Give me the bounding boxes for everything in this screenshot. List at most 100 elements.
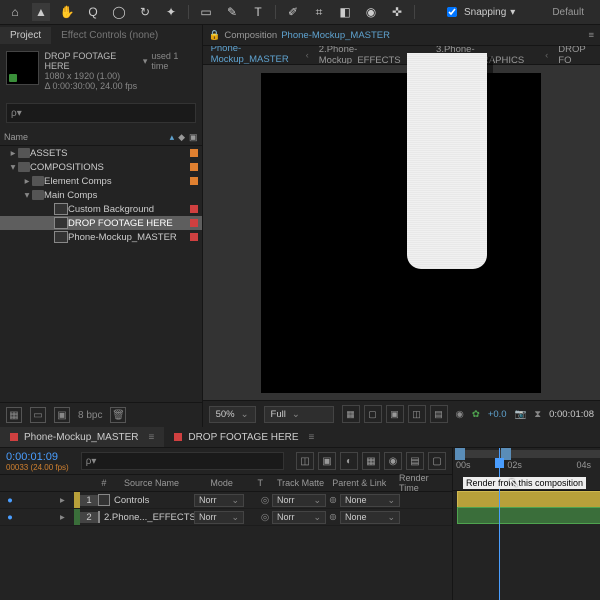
pen-tool-icon[interactable]: ✎: [223, 3, 241, 21]
preview-time-icon[interactable]: ⧗: [534, 409, 541, 420]
hand-tool-icon[interactable]: ✋: [58, 3, 76, 21]
eye-icon[interactable]: ●: [0, 495, 20, 506]
new-comp-icon[interactable]: ▣: [54, 407, 70, 423]
parent-dropdown[interactable]: None: [340, 494, 400, 507]
brush-tool-icon[interactable]: ✐: [284, 3, 302, 21]
playhead[interactable]: [499, 448, 500, 600]
tree-item[interactable]: ▸ASSETS: [0, 146, 202, 160]
comp-lock-icon[interactable]: 🔒: [209, 30, 221, 41]
graph-editor-icon[interactable]: ▤: [406, 452, 424, 470]
col-source-name[interactable]: Source Name: [120, 478, 206, 488]
render-queue-icon[interactable]: ▢: [428, 452, 446, 470]
project-panel: Project Effect Controls (none) DROP FOOT…: [0, 25, 203, 427]
region-icon[interactable]: ▣: [386, 405, 404, 423]
delete-icon[interactable]: 🗑: [110, 407, 126, 423]
timeline-tracks[interactable]: Render from this composition ↖: [453, 491, 600, 600]
draft3d-icon[interactable]: ▣: [318, 452, 336, 470]
tree-item[interactable]: ▾COMPOSITIONS: [0, 160, 202, 174]
timeline-tab[interactable]: Phone-Mockup_MASTER≡: [0, 427, 164, 447]
column-label-icon[interactable]: ◆: [178, 132, 185, 143]
new-folder-icon[interactable]: ▭: [30, 407, 46, 423]
timeline-search-input[interactable]: ρ▾: [81, 452, 284, 470]
tree-item[interactable]: Custom Background: [0, 202, 202, 216]
comp-mini-flowchart-icon[interactable]: ◫: [296, 452, 314, 470]
timeline-tab[interactable]: DROP FOOTAGE HERE≡: [164, 427, 324, 447]
layer-clip[interactable]: [457, 491, 600, 508]
selection-tool-icon[interactable]: ▲: [32, 3, 50, 21]
shy-icon[interactable]: ◐: [340, 452, 358, 470]
motion-blur-icon[interactable]: ◉: [384, 452, 402, 470]
panel-menu-icon[interactable]: ≡: [588, 30, 594, 41]
snapping-menu-icon[interactable]: ▾: [510, 7, 515, 18]
resolution-dropdown[interactable]: Full: [264, 406, 334, 423]
text-tool-icon[interactable]: T: [249, 3, 267, 21]
crumb-active[interactable]: Phone-Mockup_MASTER: [281, 30, 390, 41]
viewer-tab[interactable]: 2.Phone-Mockup_EFFECTS: [311, 46, 421, 65]
bpc-label[interactable]: 8 bpc: [78, 410, 102, 421]
snapshot-icon[interactable]: 📷: [515, 409, 527, 420]
col-t: T: [254, 478, 273, 488]
snapping-toggle[interactable]: Snapping ▾: [443, 4, 515, 20]
color-mgmt-icon[interactable]: ✿: [472, 409, 480, 420]
comp-name: DROP FOOTAGE HERE: [45, 51, 139, 71]
puppet-tool-icon[interactable]: ✜: [388, 3, 406, 21]
matte-icon[interactable]: ◎: [258, 512, 272, 523]
zoom-dropdown[interactable]: 50%: [209, 406, 256, 423]
layer-clip[interactable]: [457, 507, 600, 524]
anchor-tool-icon[interactable]: ✦: [162, 3, 180, 21]
clone-tool-icon[interactable]: ⌗: [310, 3, 328, 21]
mode-dropdown[interactable]: Norr: [194, 511, 244, 524]
timeline-timecode[interactable]: 0:00:01:09: [6, 451, 69, 463]
tree-item[interactable]: ▾Main Comps: [0, 188, 202, 202]
matte-dropdown[interactable]: Norr: [272, 494, 326, 507]
frame-blend-icon[interactable]: ▦: [362, 452, 380, 470]
tree-item[interactable]: Phone-Mockup_MASTER: [0, 230, 202, 244]
rotate-tool-icon[interactable]: ↻: [136, 3, 154, 21]
project-tab[interactable]: Project: [0, 27, 51, 44]
mode-dropdown[interactable]: Norr: [194, 494, 244, 507]
ruler-tick: 00s: [456, 460, 471, 470]
effect-controls-tab[interactable]: Effect Controls (none): [51, 27, 168, 44]
viewer-tab[interactable]: Phone-Mockup_MASTER: [203, 46, 304, 65]
orbit-tool-icon[interactable]: ◯: [110, 3, 128, 21]
viewer-timecode[interactable]: 0:00:01:08: [549, 409, 594, 420]
tree-item[interactable]: DROP FOOTAGE HERE: [0, 216, 202, 230]
exposure-value[interactable]: +0.0: [488, 409, 507, 420]
col-parent[interactable]: Parent & Link: [328, 478, 395, 488]
grid-icon[interactable]: ▤: [430, 405, 448, 423]
column-type-icon[interactable]: ▣: [189, 132, 198, 143]
mask-toggle-icon[interactable]: ▢: [364, 405, 382, 423]
column-name[interactable]: Name: [4, 132, 28, 142]
comp-dimensions: 1080 x 1920 (1.00): [45, 71, 196, 81]
channel-icon[interactable]: ◫: [408, 405, 426, 423]
pickwhip-icon[interactable]: ⊚: [326, 495, 340, 506]
eraser-tool-icon[interactable]: ◧: [336, 3, 354, 21]
transparency-grid-icon[interactable]: ▦: [342, 405, 360, 423]
pickwhip-icon[interactable]: ⊚: [326, 512, 340, 523]
rect-tool-icon[interactable]: ▭: [197, 3, 215, 21]
viewer-tab[interactable]: DROP FO: [550, 46, 600, 65]
column-sort-icon[interactable]: ▴: [170, 132, 175, 143]
col-track-matte[interactable]: Track Matte: [273, 478, 328, 488]
project-tree[interactable]: ▸ASSETS▾COMPOSITIONS▸Element Comps▾Main …: [0, 146, 202, 402]
ruler-tick: 02s: [507, 460, 522, 470]
cam-view-icon[interactable]: ◉: [456, 409, 464, 420]
zoom-tool-icon[interactable]: Q: [84, 3, 102, 21]
home-icon[interactable]: ⌂: [6, 3, 24, 21]
parent-dropdown[interactable]: None: [340, 511, 400, 524]
layer-row[interactable]: ●▸22.Phone..._EFFECTSNorr◎Norr⊚None: [0, 509, 452, 526]
composition-viewer[interactable]: [203, 65, 600, 400]
layer-row[interactable]: ●▸1ControlsNorr◎Norr⊚None: [0, 492, 452, 509]
project-search-input[interactable]: ρ▾: [6, 103, 196, 123]
matte-dropdown[interactable]: Norr: [272, 511, 326, 524]
snapping-checkbox[interactable]: [447, 7, 457, 17]
eye-icon[interactable]: ●: [0, 512, 20, 523]
matte-icon[interactable]: ◎: [258, 495, 272, 506]
roto-tool-icon[interactable]: ◉: [362, 3, 380, 21]
tree-item[interactable]: ▸Element Comps: [0, 174, 202, 188]
interpret-footage-icon[interactable]: ▦: [6, 407, 22, 423]
workspace-selector[interactable]: Default: [542, 5, 594, 20]
phone-mockup-graphic: [407, 53, 487, 269]
col-mode[interactable]: Mode: [206, 478, 253, 488]
workarea-start-handle[interactable]: [455, 448, 465, 460]
